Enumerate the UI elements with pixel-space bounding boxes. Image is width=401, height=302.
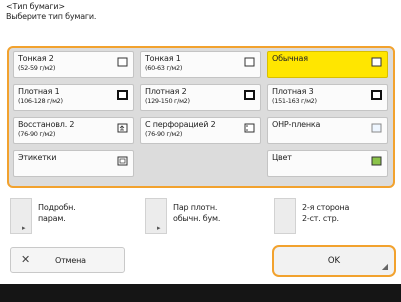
thick-page-icon xyxy=(371,90,382,100)
thick-plain-paper-button[interactable]: ▸ Пар плотн. обычн. бум. xyxy=(145,198,275,234)
dialog-instruction: Выберите тип бумаги. xyxy=(6,12,97,21)
paper-type-weight: (129-150 г/м2) xyxy=(145,97,190,105)
paper-type-grid: Тонкая 2 (52-59 г/м2) Тонкая 1 (60-63 г/м2)… xyxy=(13,51,389,177)
details-label-line2: парам. xyxy=(38,214,66,223)
arrow-icon: ▸ xyxy=(157,224,161,232)
button-indicator xyxy=(145,198,167,234)
arrow-icon: ▸ xyxy=(22,224,26,232)
paper-type-panel: Тонкая 2 (52-59 г/м2) Тонкая 1 (60-63 г/м2)… xyxy=(7,46,395,188)
paper-type-button[interactable]: Обычная xyxy=(267,51,388,78)
options-row: ▸ Подробн. парам. ▸ Пар плотн. обычн. бу… xyxy=(10,198,392,234)
button-indicator xyxy=(10,198,32,234)
blank-page-icon xyxy=(117,57,128,67)
blank-page-icon xyxy=(371,57,382,67)
second-side-line2: 2-ст. стр. xyxy=(302,214,339,223)
paper-type-button[interactable]: С перфорацией 2 (76-90 г/м2) xyxy=(140,117,261,144)
color-page-icon xyxy=(371,156,382,166)
thick-page-icon xyxy=(117,90,128,100)
paper-type-button[interactable]: Плотная 1 (106-128 г/м2) xyxy=(13,84,134,111)
paper-type-weight: (60-63 г/м2) xyxy=(145,64,183,72)
paper-type-button[interactable]: Восстановл. 2 (76-90 г/м2) xyxy=(13,117,134,144)
paper-type-name: Плотная 3 xyxy=(272,87,314,96)
thick-label-line2: обычн. бум. xyxy=(173,214,221,223)
paper-type-name: Плотная 1 xyxy=(18,87,60,96)
paper-type-name: Тонкая 2 xyxy=(18,54,54,63)
blank-page-icon xyxy=(244,57,255,67)
ok-label: OK xyxy=(327,256,341,266)
paper-type-button[interactable]: Цвет xyxy=(267,150,388,177)
paper-type-button[interactable]: Плотная 2 (129-150 г/м2) xyxy=(140,84,261,111)
cancel-label: Отмена xyxy=(55,256,86,265)
button-indicator xyxy=(274,198,296,234)
paper-type-weight: (151-163 г/м2) xyxy=(272,97,317,105)
paper-type-weight: (106-128 г/м2) xyxy=(18,97,63,105)
label-page-icon xyxy=(117,156,128,166)
paper-type-button[interactable]: Тонкая 1 (60-63 г/м2) xyxy=(140,51,261,78)
ok-button[interactable]: OK ◢ xyxy=(272,245,396,277)
corner-indicator-icon: ◢ xyxy=(381,262,388,271)
paper-type-weight: (76-90 г/м2) xyxy=(145,130,183,138)
details-label-line1: Подробн. xyxy=(38,203,76,212)
recycled-page-icon xyxy=(117,123,128,133)
paper-type-name: С перфорацией 2 xyxy=(145,120,216,129)
paper-type-name: Обычная xyxy=(272,54,308,63)
second-side-line1: 2-я сторона xyxy=(302,203,350,212)
dialog-header: <Тип бумаги> Выберите тип бумаги. xyxy=(6,2,96,22)
paper-type-name: Цвет xyxy=(272,153,292,162)
paper-type-name: Плотная 2 xyxy=(145,87,187,96)
paper-type-button[interactable]: Этикетки xyxy=(13,150,134,177)
thick-page-icon xyxy=(244,90,255,100)
paper-type-button[interactable]: Тонкая 2 (52-59 г/м2) xyxy=(13,51,134,78)
paper-type-name: ОНР-пленка xyxy=(272,120,321,129)
close-icon: ✕ xyxy=(21,253,31,266)
paper-type-name: Этикетки xyxy=(18,153,57,162)
paper-type-weight: (52-59 г/м2) xyxy=(18,64,56,72)
second-side-button[interactable]: 2-я сторона 2-ст. стр. xyxy=(274,198,392,234)
thick-label-line1: Пар плотн. xyxy=(173,203,218,212)
details-settings-button[interactable]: ▸ Подробн. парам. xyxy=(10,198,140,234)
dialog-title: <Тип бумаги> xyxy=(6,2,65,11)
paper-type-button[interactable]: Плотная 3 (151-163 г/м2) xyxy=(267,84,388,111)
paper-type-weight: (76-90 г/м2) xyxy=(18,130,56,138)
transparency-icon xyxy=(371,123,382,133)
empty-slot xyxy=(140,150,261,177)
bottom-bar xyxy=(0,284,401,302)
paper-type-button[interactable]: ОНР-пленка xyxy=(267,117,388,144)
cancel-button[interactable]: ✕ Отмена xyxy=(10,247,125,273)
paper-type-name: Восстановл. 2 xyxy=(18,120,75,129)
paper-type-name: Тонкая 1 xyxy=(145,54,181,63)
punched-page-icon xyxy=(244,123,255,133)
